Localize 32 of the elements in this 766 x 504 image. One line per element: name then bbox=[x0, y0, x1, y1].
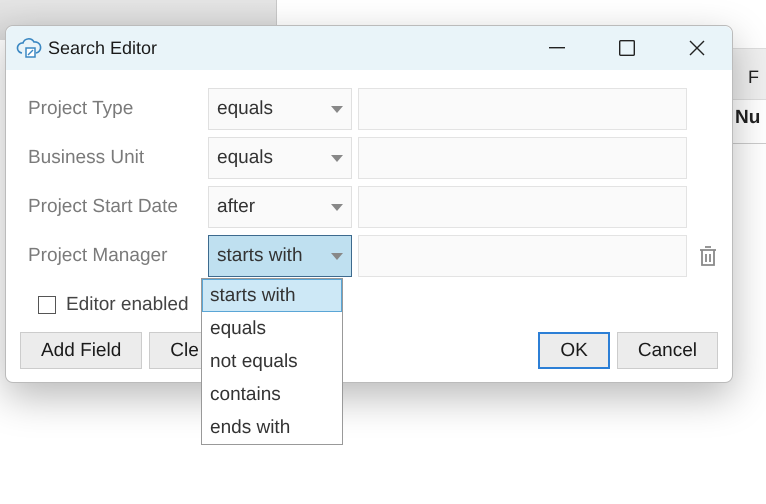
dialog-button[interactable]: OK bbox=[538, 332, 610, 369]
window-title: Search Editor bbox=[48, 38, 158, 58]
operator-dropdown[interactable]: equals bbox=[208, 88, 352, 130]
caret-icon bbox=[331, 204, 343, 210]
minimize-icon bbox=[549, 47, 565, 49]
checkbox[interactable] bbox=[38, 296, 56, 314]
caret-icon bbox=[331, 106, 343, 112]
field-label: Project Type bbox=[27, 98, 134, 120]
dropdown-option[interactable]: contains bbox=[202, 378, 342, 411]
value-field[interactable] bbox=[358, 235, 687, 277]
checkbox-label: Editor enabled bbox=[66, 294, 189, 316]
value-field[interactable] bbox=[358, 137, 687, 179]
caret-icon bbox=[331, 154, 343, 162]
dialog-button[interactable]: Cancel bbox=[616, 332, 718, 369]
field-label: Business Unit bbox=[27, 147, 146, 169]
value-field[interactable] bbox=[358, 186, 687, 228]
value-field[interactable] bbox=[358, 88, 687, 130]
maximize-icon bbox=[619, 40, 635, 56]
column-header: F bbox=[748, 67, 759, 88]
field-label: Project Manager bbox=[27, 245, 168, 267]
cloud-icon bbox=[16, 36, 42, 60]
dropdown-option[interactable]: starts with bbox=[202, 279, 342, 312]
dialog-button[interactable]: Add Field bbox=[20, 332, 142, 369]
trash-icon[interactable] bbox=[699, 246, 717, 266]
dropdown-option[interactable]: ends with bbox=[202, 411, 342, 444]
field-label: Project Start Date bbox=[27, 196, 179, 218]
close-icon bbox=[689, 40, 705, 56]
caret-icon bbox=[331, 252, 343, 260]
operator-dropdown[interactable]: starts with bbox=[208, 235, 352, 277]
operator-dropdown[interactable]: equals bbox=[208, 137, 352, 179]
table-cell: Nu bbox=[735, 107, 760, 129]
operator-dropdown[interactable]: after bbox=[208, 186, 352, 228]
